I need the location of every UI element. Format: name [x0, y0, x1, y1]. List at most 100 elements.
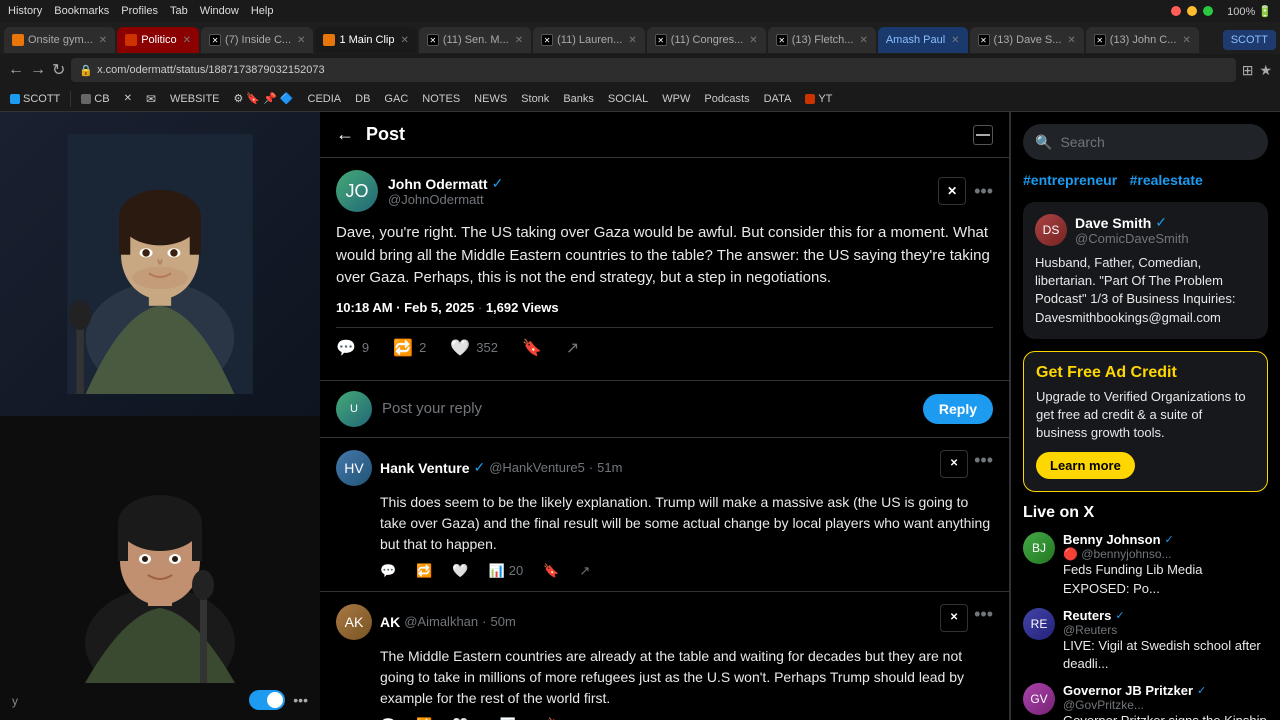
tab-politico[interactable]: Politico ✕	[117, 27, 199, 53]
tab-main-clip[interactable]: 1 Main Clip ✕	[315, 27, 416, 53]
tab-close-congres[interactable]: ✕	[749, 35, 757, 46]
ak-rt-btn[interactable]: 🔁	[416, 717, 432, 720]
tab-close-sen[interactable]: ✕	[515, 35, 523, 46]
menu-help[interactable]: Help	[251, 5, 274, 17]
bm-data[interactable]: DATA	[760, 91, 796, 107]
tab-close-main[interactable]: ✕	[401, 35, 409, 46]
tab-amash[interactable]: Amash Paul ✕	[878, 27, 968, 53]
address-bar[interactable]: 🔒 x.com/odermatt/status/1887173879032152…	[71, 58, 1235, 82]
reply-text-hank: This does seem to be the likely explanat…	[380, 492, 993, 555]
bm-podcasts[interactable]: Podcasts	[700, 91, 753, 107]
live-item-pritzker[interactable]: GV Governor JB Pritzker ✓ @GovPritzke...…	[1023, 683, 1268, 720]
sidebar-toggle[interactable]	[973, 125, 993, 145]
live-item-benny[interactable]: BJ Benny Johnson ✓ 🔴 @bennyjohnso... Fed…	[1023, 532, 1268, 597]
menu-bookmarks[interactable]: Bookmarks	[54, 5, 109, 17]
reply-x-ak[interactable]: ✕	[940, 604, 968, 632]
hank-bookmark[interactable]: 🔖	[543, 563, 559, 579]
menu-profiles[interactable]: Profiles	[121, 5, 158, 17]
toggle-button[interactable]	[249, 690, 285, 710]
tag-realestate[interactable]: #realestate	[1130, 172, 1203, 188]
reply-x-hank[interactable]: ✕	[940, 450, 968, 478]
menu-window[interactable]: Window	[200, 5, 239, 17]
more-options-btn[interactable]: •••	[293, 692, 308, 708]
url-text: x.com/odermatt/status/188717387903215207…	[97, 64, 325, 76]
tab-john[interactable]: ✕ (13) John C... ✕	[1086, 27, 1199, 53]
bm-yt[interactable]: YT	[801, 91, 836, 107]
hank-like-btn[interactable]: 🤍	[452, 563, 468, 579]
nav-refresh[interactable]: ↻	[52, 60, 65, 80]
like-stat[interactable]: 🤍 352	[450, 338, 498, 358]
tab-close-politico[interactable]: ✕	[183, 35, 191, 46]
menu-tab[interactable]: Tab	[170, 5, 188, 17]
ak-share[interactable]: ↗	[583, 717, 594, 720]
traffic-light-close[interactable]	[1171, 6, 1181, 16]
bm-website[interactable]: WEBSITE	[166, 91, 224, 107]
tab-congres[interactable]: ✕ (11) Congres... ✕	[647, 27, 766, 53]
search-box[interactable]: 🔍 Search	[1023, 124, 1268, 160]
nav-back[interactable]: ←	[8, 61, 24, 79]
bm-stonk[interactable]: Stonk	[517, 91, 553, 107]
bm-news[interactable]: NEWS	[470, 91, 511, 107]
ak-like-icon: 🤍	[452, 717, 468, 720]
reply-ak[interactable]: AK AK @Aimalkhan · 50m ✕	[320, 592, 1009, 720]
back-button[interactable]: ←	[336, 124, 354, 145]
bm-cedia[interactable]: CEDIA	[304, 91, 346, 107]
x-logo-btn[interactable]: ✕	[938, 177, 966, 205]
hank-rt-btn[interactable]: 🔁	[416, 563, 432, 579]
reply-more-ak[interactable]: •••	[974, 604, 993, 632]
bm-banks[interactable]: Banks	[559, 91, 598, 107]
bm-x[interactable]: ✕	[120, 91, 136, 106]
hank-share[interactable]: ↗	[579, 563, 590, 579]
tab-sen[interactable]: ✕ (11) Sen. M... ✕	[419, 27, 531, 53]
menu-history[interactable]: History	[8, 5, 42, 17]
tab-bar: Onsite gym... ✕ Politico ✕ ✕ (7) Inside …	[0, 22, 1280, 54]
tab-close-fletch[interactable]: ✕	[859, 35, 867, 46]
bm-notes[interactable]: NOTES	[418, 91, 464, 107]
nav-forward[interactable]: →	[30, 61, 46, 79]
learn-more-button[interactable]: Learn more	[1036, 452, 1135, 479]
ak-bookmark[interactable]: 🔖	[547, 717, 563, 720]
tab-fletch[interactable]: ✕ (13) Fletch... ✕	[768, 27, 876, 53]
tab-close-john[interactable]: ✕	[1182, 35, 1190, 46]
tab-close-inside[interactable]: ✕	[297, 35, 305, 46]
retweet-stat[interactable]: 🔁 2	[393, 338, 426, 358]
bm-social[interactable]: SOCIAL	[604, 91, 652, 107]
live-item-reuters[interactable]: RE Reuters ✓ @Reuters LIVE: Vigil at Swe…	[1023, 608, 1268, 673]
tab-onsite[interactable]: Onsite gym... ✕	[4, 27, 115, 53]
nav-grid[interactable]: ⊞	[1242, 62, 1254, 79]
tag-entrepreneur[interactable]: #entrepreneur	[1023, 172, 1117, 188]
bm-db[interactable]: DB	[351, 91, 374, 107]
ak-reply-btn[interactable]: 💬	[380, 717, 396, 720]
tab-inside[interactable]: ✕ (7) Inside C... ✕	[201, 27, 313, 53]
reply-button[interactable]: Reply	[923, 394, 993, 424]
tab-close-onsite[interactable]: ✕	[99, 35, 107, 46]
more-menu-btn[interactable]: •••	[974, 181, 993, 202]
bm-wpw[interactable]: WPW	[658, 91, 694, 107]
ak-like-btn[interactable]: 🤍 2	[452, 717, 479, 720]
tab-close-dave[interactable]: ✕	[1067, 35, 1075, 46]
nav-star[interactable]: ★	[1259, 62, 1272, 79]
live-title: Live on X	[1023, 504, 1268, 522]
hank-reply-btn[interactable]: 💬	[380, 563, 396, 579]
tab-close-amash[interactable]: ✕	[951, 35, 959, 46]
share-stat[interactable]: ↗	[566, 338, 579, 358]
bm-gac[interactable]: GAC	[380, 91, 412, 107]
scott-badge[interactable]: SCOTT	[1223, 30, 1276, 50]
twitter-main: ← Post JO	[320, 112, 1010, 720]
bookmark-stat[interactable]: 🔖	[522, 338, 542, 358]
address-bar-row: ← → ↻ 🔒 x.com/odermatt/status/1887173879…	[0, 54, 1280, 86]
reply-more-hank[interactable]: •••	[974, 450, 993, 478]
bm-cb[interactable]: CB	[77, 91, 113, 107]
like-icon: 🤍	[450, 338, 470, 358]
traffic-light-minimize[interactable]	[1187, 6, 1197, 16]
bm-email[interactable]: ✉	[142, 90, 160, 108]
reply-hank[interactable]: HV Hank Venture ✓ @HankVenture5 · 51m	[320, 438, 1009, 592]
reply-input[interactable]: Post your reply	[382, 400, 913, 417]
webcam-panel: ••• y	[0, 112, 320, 720]
tab-dave[interactable]: ✕ (13) Dave S... ✕	[970, 27, 1084, 53]
reply-stat[interactable]: 💬 9	[336, 338, 369, 358]
bm-scott[interactable]: SCOTT	[6, 91, 64, 107]
tab-close-lauren[interactable]: ✕	[628, 35, 636, 46]
tab-lauren[interactable]: ✕ (11) Lauren... ✕	[533, 27, 645, 53]
traffic-light-maximize[interactable]	[1203, 6, 1213, 16]
